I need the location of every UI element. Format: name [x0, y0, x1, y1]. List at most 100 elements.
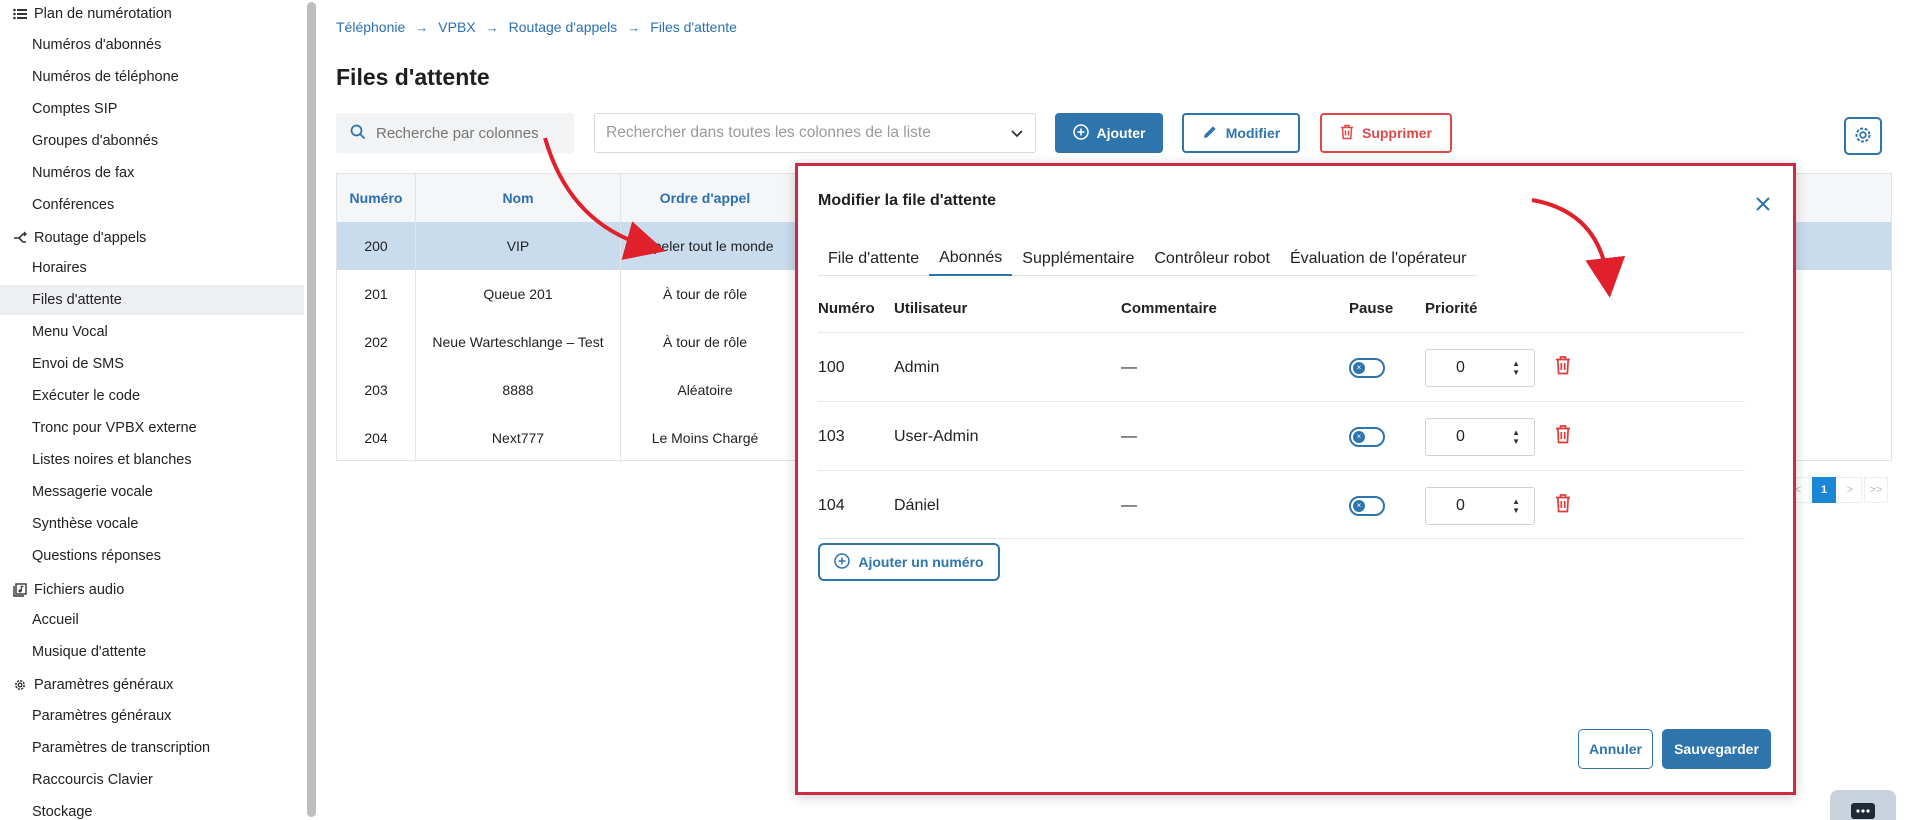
cell-number: 200 [364, 238, 388, 254]
pause-toggle[interactable]: × [1349, 333, 1385, 402]
sidebar-group-audio-files[interactable]: Fichiers audio [12, 578, 124, 602]
stepper-arrows-icon[interactable]: ▲ ▼ [1512, 428, 1520, 446]
sidebar-item-external-trunk[interactable]: Tronc pour VPBX externe [0, 413, 304, 443]
sidebar-item-label: Comptes SIP [32, 101, 118, 117]
cell-user: User-Admin [894, 427, 979, 445]
tab-queue[interactable]: File d'attente [818, 242, 929, 276]
sidebar-item-hold-music[interactable]: Musique d'attente [0, 637, 304, 667]
search-icon [350, 124, 366, 143]
table-settings-button[interactable] [1844, 117, 1882, 155]
gear-icon [12, 677, 28, 693]
audio-files-icon [12, 582, 28, 598]
column-header-user: Utilisateur [894, 299, 968, 317]
priority-stepper[interactable]: 0 ▲ ▼ [1425, 333, 1535, 402]
sidebar-item-label: Accueil [32, 612, 79, 628]
sidebar-item-phone-numbers[interactable]: Numéros de téléphone [0, 62, 304, 92]
sidebar-item-conferences[interactable]: Conférences [0, 190, 304, 220]
breadcrumb: Téléphonie → VPBX → Routage d'appels → F… [336, 19, 737, 35]
column-header-comment: Commentaire [1121, 299, 1217, 317]
sidebar-item-black-white-lists[interactable]: Listes noires et blanches [0, 445, 304, 475]
sidebar-item-tts[interactable]: Synthèse vocale [0, 509, 304, 539]
delete-row-button[interactable] [1555, 471, 1571, 540]
stepper-arrows-icon[interactable]: ▲ ▼ [1512, 497, 1520, 515]
cell-number: 202 [364, 334, 388, 350]
page-next-button[interactable]: > [1838, 477, 1862, 503]
priority-value: 0 [1456, 358, 1465, 376]
pause-toggle[interactable]: × [1349, 471, 1385, 540]
sidebar-item-sms[interactable]: Envoi de SMS [0, 349, 304, 379]
gear-icon [1853, 125, 1873, 148]
tab-robot-controller[interactable]: Contrôleur robot [1144, 242, 1280, 276]
sidebar-item-general-settings[interactable]: Paramètres généraux [0, 701, 304, 731]
sidebar-item-voice-menu[interactable]: Menu Vocal [0, 317, 304, 347]
delete-button[interactable]: Supprimer [1320, 113, 1452, 153]
sidebar-item-fax-numbers[interactable]: Numéros de fax [0, 158, 304, 188]
cell-name: VIP [506, 238, 530, 254]
sidebar-group-label: Paramètres généraux [34, 677, 174, 693]
pencil-icon [1202, 124, 1218, 143]
sidebar-item-sip-accounts[interactable]: Comptes SIP [0, 94, 304, 124]
column-header-name[interactable]: Nom [416, 174, 620, 222]
stepper-arrows-icon[interactable]: ▲ ▼ [1512, 359, 1520, 377]
column-search-input[interactable] [376, 124, 566, 142]
priority-stepper[interactable]: 0 ▲ ▼ [1425, 402, 1535, 471]
list-icon [12, 6, 28, 22]
cell-name: 8888 [502, 382, 534, 398]
breadcrumb-item[interactable]: Téléphonie [336, 19, 405, 35]
sidebar-item-subscriber-numbers[interactable]: Numéros d'abonnés [0, 30, 304, 60]
edit-button[interactable]: Modifier [1182, 113, 1300, 153]
add-number-button[interactable]: Ajouter un numéro [818, 543, 1000, 581]
sidebar-item-schedules[interactable]: Horaires [0, 253, 304, 283]
sidebar-scrollbar[interactable] [307, 2, 316, 817]
cell-call-order: Aléatoire [677, 382, 733, 398]
sidebar-group-label: Plan de numérotation [34, 6, 172, 22]
sidebar-item-storage[interactable]: Stockage [0, 797, 304, 820]
global-search-select[interactable]: Rechercher dans toutes les colonnes de l… [594, 113, 1036, 153]
sidebar-item-welcome[interactable]: Accueil [0, 605, 304, 635]
column-search[interactable] [336, 113, 574, 153]
sidebar-item-voicemail[interactable]: Messagerie vocale [0, 477, 304, 507]
column-header-pause: Pause [1349, 299, 1394, 317]
sidebar-item-run-code[interactable]: Exécuter le code [0, 381, 304, 411]
sidebar-group-general-settings[interactable]: Paramètres généraux [12, 673, 173, 697]
cell-call-order: À tour de rôle [662, 334, 748, 350]
breadcrumb-item[interactable]: VPBX [438, 19, 475, 35]
save-button[interactable]: Sauvegarder [1662, 729, 1771, 769]
chat-widget-button[interactable] [1830, 790, 1896, 820]
page-last-button[interactable]: >> [1864, 477, 1888, 503]
cell-comment: — [1121, 427, 1137, 445]
add-button[interactable]: Ajouter [1055, 113, 1163, 153]
close-icon[interactable] [1754, 196, 1772, 214]
subscriber-row: 103 User-Admin — × 0 ▲ ▼ [818, 401, 1745, 470]
sidebar-item-keyboard-shortcuts[interactable]: Raccourcis Clavier [0, 765, 304, 795]
sidebar-group-dialplan[interactable]: Plan de numérotation [12, 2, 172, 26]
sidebar-item-subscriber-groups[interactable]: Groupes d'abonnés [0, 126, 304, 156]
cell-number: 201 [364, 286, 388, 302]
tab-operator-rating[interactable]: Évaluation de l'opérateur [1280, 242, 1477, 276]
cell-number: 204 [364, 430, 388, 446]
tab-additional[interactable]: Supplémentaire [1012, 242, 1144, 276]
sidebar-item-queues[interactable]: Files d'attente [0, 285, 304, 315]
column-header-number[interactable]: Numéro [337, 174, 415, 222]
page-current-button[interactable]: 1 [1812, 477, 1836, 503]
delete-button-label: Supprimer [1361, 125, 1432, 141]
pause-toggle[interactable]: × [1349, 402, 1385, 471]
tab-subscribers[interactable]: Abonnés [929, 242, 1013, 276]
cancel-button[interactable]: Annuler [1578, 729, 1653, 769]
sidebar-item-label: Numéros d'abonnés [32, 37, 162, 53]
delete-row-button[interactable] [1555, 402, 1571, 471]
sidebar-item-transcription-settings[interactable]: Paramètres de transcription [0, 733, 304, 763]
sidebar: Plan de numérotation Numéros d'abonnés N… [0, 0, 305, 820]
delete-row-button[interactable] [1555, 333, 1571, 402]
sidebar-item-qa[interactable]: Questions réponses [0, 541, 304, 571]
priority-stepper[interactable]: 0 ▲ ▼ [1425, 471, 1535, 540]
pagination: < 1 > >> [1786, 477, 1888, 503]
global-search-placeholder: Rechercher dans toutes les colonnes de l… [606, 124, 931, 141]
breadcrumb-item[interactable]: Files d'attente [650, 19, 737, 35]
chat-icon [1850, 802, 1876, 820]
sidebar-group-routing[interactable]: Routage d'appels [12, 226, 146, 250]
column-header-call-order[interactable]: Ordre d'appel [621, 174, 789, 222]
breadcrumb-item[interactable]: Routage d'appels [509, 19, 618, 35]
sidebar-item-label: Exécuter le code [32, 388, 141, 404]
chevron-down-icon [1011, 125, 1023, 141]
